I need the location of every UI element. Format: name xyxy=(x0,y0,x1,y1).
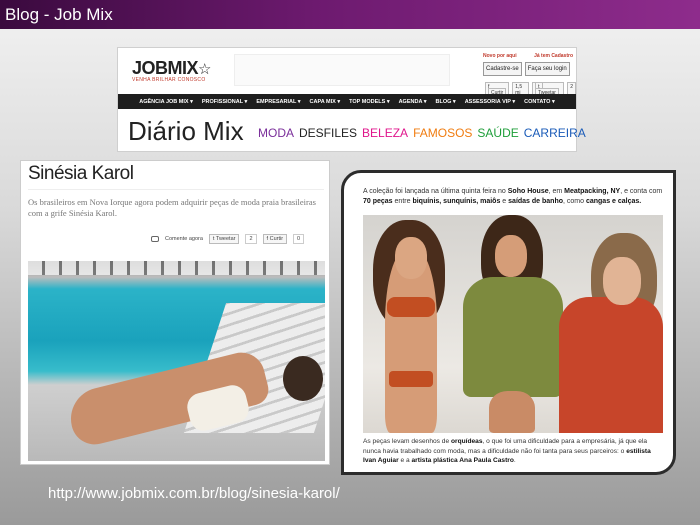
category-desfiles[interactable]: DESFILES xyxy=(299,126,357,140)
bikini-top xyxy=(387,297,435,317)
article-left-screenshot: Sinésia Karol Os brasileiros em Nova Ior… xyxy=(20,160,330,465)
nav-item-contato[interactable]: CONTATO ▾ xyxy=(524,99,555,105)
logo-row: JOBMIX☆ VENHA BRILHAR CONOSCO Novo por a… xyxy=(118,48,576,98)
nav-item-agenda[interactable]: AGENDA ▾ xyxy=(399,99,427,105)
register-button[interactable]: Cadastre-se xyxy=(483,62,522,76)
bikini-bottom xyxy=(389,371,433,387)
category-famosos[interactable]: FAMOSOS xyxy=(413,126,472,140)
nav-item-empresarial[interactable]: EMPRESARIAL ▾ xyxy=(256,99,300,105)
slide-title: Blog - Job Mix xyxy=(5,5,113,24)
comment-icon xyxy=(151,236,159,242)
runway-photo xyxy=(363,215,663,433)
header-banner xyxy=(234,54,450,86)
nav-item-top-models[interactable]: TOP MODELS ▾ xyxy=(349,99,389,105)
kaftan xyxy=(559,297,663,433)
comment-link[interactable]: Comente agora xyxy=(165,236,203,242)
pool-photo xyxy=(28,261,325,461)
category-moda[interactable]: MODA xyxy=(258,126,294,140)
nav-item-assessoria[interactable]: ASSESSORIA VIP ▾ xyxy=(465,99,515,105)
main-nav: AGÊNCIA JOB MIX ▾ PROFISSIONAL ▾ EMPRESA… xyxy=(118,94,576,109)
facebook-icon: f xyxy=(266,236,269,242)
logo-text: JOBMIX xyxy=(132,58,199,78)
category-carreira[interactable]: CARREIRA xyxy=(524,126,586,140)
diario-mix-row: Diário Mix MODA DESFILES BELEZA FAMOSOS … xyxy=(118,111,586,151)
nav-item-blog[interactable]: BLOG ▾ xyxy=(436,99,456,105)
nav-item-agencia[interactable]: AGÊNCIA JOB MIX ▾ xyxy=(139,99,193,105)
category-links: MODA DESFILES BELEZA FAMOSOS SAÚDE CARRE… xyxy=(258,126,586,140)
registered-label: Já tem Cadastro xyxy=(534,53,573,59)
star-icon: ☆ xyxy=(198,61,212,78)
slide-title-bar: Blog - Job Mix xyxy=(0,0,700,29)
divider xyxy=(28,189,324,190)
tweet-button[interactable]: t Tweetar xyxy=(208,234,240,244)
article-title: Sinésia Karol xyxy=(28,163,134,184)
model-legs xyxy=(489,391,535,433)
category-saude[interactable]: SAÚDE xyxy=(477,126,518,140)
diario-mix-title: Diário Mix xyxy=(128,116,244,146)
source-url[interactable]: http://www.jobmix.com.br/blog/sinesia-ka… xyxy=(48,485,340,502)
model-face xyxy=(603,257,641,305)
model-face xyxy=(395,237,427,279)
new-user-label: Novo por aqui xyxy=(483,53,517,59)
model-face xyxy=(495,235,527,277)
login-button[interactable]: Faça seu login xyxy=(524,62,570,76)
facebook-like-button[interactable]: f Curtir xyxy=(262,234,288,244)
article-outro: As peças levam desenhos de orquídeas, o … xyxy=(363,438,651,464)
nav-item-profissional[interactable]: PROFISSIONAL ▾ xyxy=(202,99,247,105)
jobmix-logo[interactable]: JOBMIX☆ VENHA BRILHAR CONOSCO xyxy=(132,58,211,83)
article-intro: A coleção foi lançada na última quinta f… xyxy=(363,188,663,205)
tweet-count: 2 xyxy=(245,234,257,244)
logo-tagline: VENHA BRILHAR CONOSCO xyxy=(132,77,206,83)
tunic xyxy=(463,277,563,397)
site-header-screenshot: JOBMIX☆ VENHA BRILHAR CONOSCO Novo por a… xyxy=(117,47,586,152)
like-count: 0 xyxy=(293,234,305,244)
login-box: Novo por aqui Já tem Cadastro Cadastre-s… xyxy=(483,53,573,76)
article-lead: Os brasileiros em Nova Iorque agora pode… xyxy=(28,197,316,218)
nav-item-capa-mix[interactable]: CAPA MIX ▾ xyxy=(310,99,341,105)
twitter-icon: t xyxy=(212,236,215,242)
category-beleza[interactable]: BELEZA xyxy=(362,126,408,140)
article-right-screenshot: A coleção foi lançada na última quinta f… xyxy=(341,170,676,475)
model-hair xyxy=(283,356,323,401)
article-meta: Comente agora t Tweetar 2 f Curtir 0 xyxy=(151,234,305,244)
pool-loungers xyxy=(28,261,325,275)
